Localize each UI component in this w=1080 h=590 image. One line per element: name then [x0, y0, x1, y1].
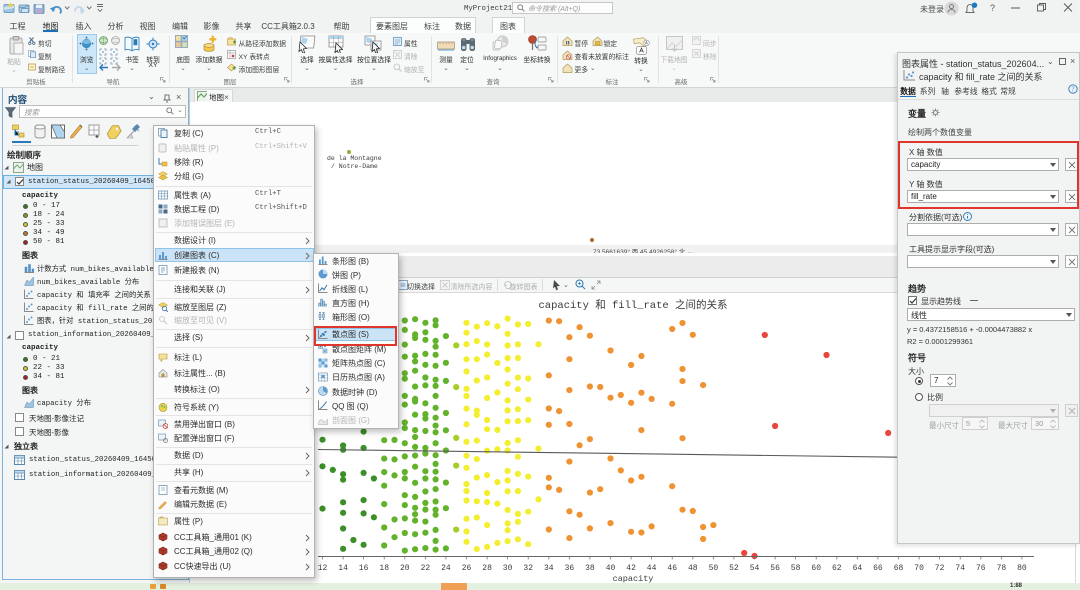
svg-text:12: 12: [318, 564, 328, 573]
svg-text:18: 18: [379, 564, 389, 573]
svg-text:60: 60: [811, 564, 821, 573]
svg-text:22: 22: [421, 564, 431, 573]
svg-text:72: 72: [935, 564, 945, 573]
svg-text:80: 80: [1017, 564, 1027, 573]
svg-text:58: 58: [791, 564, 801, 573]
svg-text:?: ?: [1071, 86, 1074, 94]
svg-text:capacity: capacity: [613, 574, 654, 583]
svg-text:62: 62: [832, 564, 842, 573]
svg-text:74: 74: [955, 564, 965, 573]
svg-text:66: 66: [873, 564, 883, 573]
svg-text:46: 46: [667, 564, 677, 573]
svg-text:44: 44: [647, 564, 657, 573]
svg-text:24: 24: [441, 564, 451, 573]
svg-text:32: 32: [523, 564, 533, 573]
svg-text:20: 20: [400, 564, 410, 573]
svg-text:42: 42: [626, 564, 636, 573]
svg-text:78: 78: [997, 564, 1007, 573]
svg-text:36: 36: [565, 564, 575, 573]
svg-text:28: 28: [482, 564, 492, 573]
svg-text:38: 38: [585, 564, 595, 573]
svg-text:16: 16: [359, 564, 369, 573]
svg-text:70: 70: [914, 564, 924, 573]
svg-text:40: 40: [606, 564, 616, 573]
svg-text:14: 14: [338, 564, 348, 573]
svg-text:48: 48: [688, 564, 698, 573]
svg-text:64: 64: [853, 564, 863, 573]
svg-text:34: 34: [544, 564, 554, 573]
svg-text:30: 30: [503, 564, 513, 573]
svg-text:76: 76: [976, 564, 986, 573]
svg-text:68: 68: [894, 564, 904, 573]
svg-text:56: 56: [770, 564, 780, 573]
svg-text:26: 26: [462, 564, 472, 573]
svg-text:52: 52: [729, 564, 739, 573]
svg-text:54: 54: [750, 564, 760, 573]
svg-text:50: 50: [709, 564, 719, 573]
